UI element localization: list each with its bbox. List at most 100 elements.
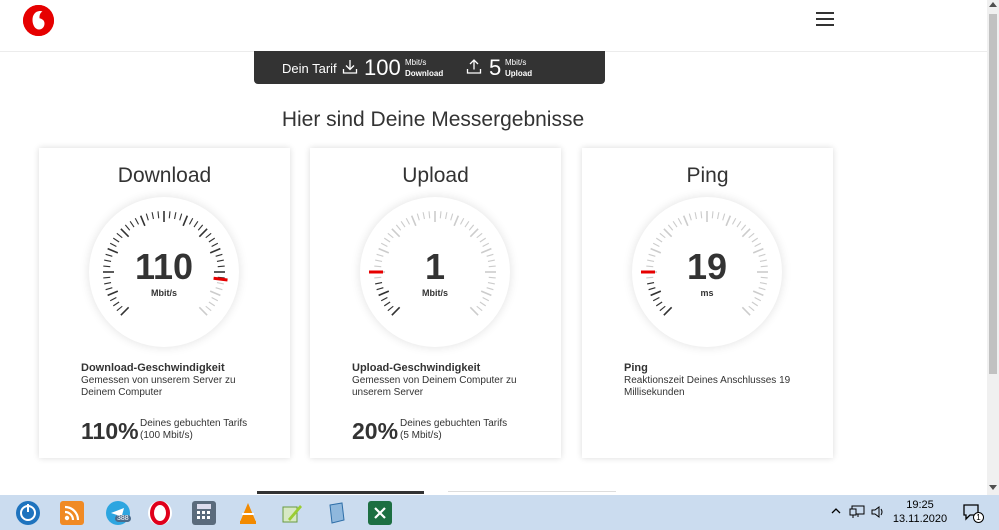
gauge-tick — [428, 211, 431, 219]
gauge-tick-active — [173, 212, 177, 220]
gauge-tick — [410, 215, 417, 227]
gauge-tick-active — [179, 213, 183, 221]
gauge-tick-active — [120, 228, 130, 238]
gauge-tick — [444, 212, 448, 220]
clock-time: 19:25 — [906, 499, 934, 511]
gauge-tick — [208, 301, 216, 307]
gauge-tick — [677, 217, 683, 225]
tarif-download-label: Download — [405, 69, 444, 78]
tarif-download-value: 100 — [364, 55, 401, 80]
gauge-tick-active — [387, 305, 394, 312]
gauge-tick — [476, 305, 483, 312]
gauge-tick-active — [116, 232, 123, 239]
file-icon[interactable] — [324, 501, 348, 525]
card-title: Upload — [402, 164, 469, 187]
gauge-tick — [655, 237, 663, 243]
gauge-tick — [751, 301, 759, 307]
gauge-tick — [667, 224, 674, 231]
rss-feed-icon[interactable] — [60, 501, 84, 525]
windows-start-icon[interactable] — [16, 501, 40, 525]
gauge-tick — [748, 305, 755, 312]
gauge-tick-active — [383, 301, 391, 307]
gauge-tick-active — [659, 305, 666, 312]
gauge-tick — [711, 211, 714, 219]
excel-icon[interactable] — [368, 501, 392, 525]
hamburger-menu-icon[interactable] — [816, 12, 834, 28]
gauge-tick — [751, 237, 759, 243]
gauge-tick-active — [139, 215, 146, 227]
gauge-tick — [469, 306, 479, 316]
gauge-tick-active — [157, 211, 160, 219]
telegram-icon[interactable]: 388 — [106, 501, 131, 525]
gauge-tick — [464, 220, 470, 228]
gauge-tick — [453, 215, 460, 227]
gauge-tick-active — [168, 211, 171, 219]
tab-indicator-active[interactable] — [257, 491, 424, 494]
vodafone-logo[interactable] — [23, 5, 54, 36]
gauge-tick — [694, 212, 698, 220]
ping-card: Ping 19 ms Ping Reaktionszeit Deines Ans… — [582, 148, 833, 458]
tarif-upload-label: Upload — [505, 69, 533, 78]
gauge-tick — [405, 217, 411, 225]
gauge-tick-active — [129, 220, 135, 228]
gauge-tick-active — [198, 228, 208, 238]
gauge-tick-active — [663, 306, 673, 316]
volume-icon[interactable] — [870, 505, 886, 530]
gauge-tick-active — [145, 213, 149, 221]
gauge-tick — [416, 213, 420, 221]
gauge-tick — [476, 232, 483, 239]
gauge-tick — [672, 220, 678, 228]
card-label: Upload-Geschwindigkeit — [352, 362, 481, 374]
gauge-unit: Mbit/s — [422, 288, 448, 298]
vertical-scrollbar[interactable] — [987, 0, 999, 495]
gauge-tick — [205, 305, 212, 312]
scroll-up-arrow-icon[interactable] — [989, 2, 997, 7]
gauge-tick — [736, 220, 742, 228]
tray-chevron-up-icon[interactable] — [830, 505, 842, 530]
gauge-tick-active — [116, 305, 123, 312]
gauge-tick — [725, 215, 732, 227]
upload-card: Upload 1 Mbit/s Upload-Geschwindigkeit G… — [310, 148, 561, 458]
download-icon — [342, 60, 358, 74]
gauge-tick-active — [188, 217, 194, 225]
pct-desc-line1: Deines gebuchten Tarifs — [400, 418, 508, 429]
gauge-tick — [400, 220, 406, 228]
scroll-down-arrow-icon[interactable] — [989, 485, 997, 490]
card-description: Gemessen von unserem Server zu Deinem Co… — [81, 375, 236, 398]
network-icon[interactable] — [849, 505, 865, 530]
scrollbar-thumb[interactable] — [989, 14, 997, 374]
tarif-banner: Dein Tarif 100 Mbit/s Download 5 Mbit/s … — [254, 51, 605, 84]
pct-desc-line2: (5 Mbit/s) — [400, 430, 442, 441]
notification-count: 1 — [973, 512, 984, 523]
gauge-tick-active — [193, 220, 199, 228]
gauge-tick — [391, 228, 401, 238]
telegram-badge: 388 — [115, 515, 131, 522]
gauge-unit: ms — [700, 288, 714, 298]
card-description: Reaktionszeit Deines Anschlusses 19 Mill… — [624, 375, 791, 398]
site-header — [0, 0, 987, 52]
gauge-tick-active — [112, 237, 120, 243]
gauge-tick — [716, 212, 720, 220]
system-clock[interactable]: 19:25 13.11.2020 — [885, 498, 955, 526]
notepad-plus-icon[interactable] — [280, 501, 304, 525]
card-title: Download — [117, 164, 212, 187]
download-gauge: 110 Mbit/s — [89, 197, 239, 347]
pct-desc-line1: Deines gebuchten Tarifs — [140, 418, 248, 429]
gauge-tick — [741, 228, 751, 238]
gauge-value: 19 — [686, 246, 728, 287]
notification-center-icon[interactable]: 1 — [962, 503, 984, 523]
card-title: Ping — [686, 164, 729, 187]
page-title: Hier sind Deine Messergebnisse — [281, 108, 585, 131]
gauge-tick — [659, 232, 666, 239]
gauge-tick — [479, 301, 487, 307]
gauge-tick — [748, 232, 755, 239]
vlc-icon[interactable] — [236, 501, 260, 525]
gauge-tick — [740, 224, 747, 231]
card-label: Download-Geschwindigkeit — [81, 362, 225, 374]
tab-indicator-inactive[interactable] — [448, 491, 616, 494]
calculator-icon[interactable] — [192, 501, 216, 525]
gauge-tick — [731, 217, 737, 225]
gauge-tick — [459, 217, 465, 225]
gauge-tick — [383, 237, 391, 243]
opera-icon[interactable] — [148, 501, 172, 525]
